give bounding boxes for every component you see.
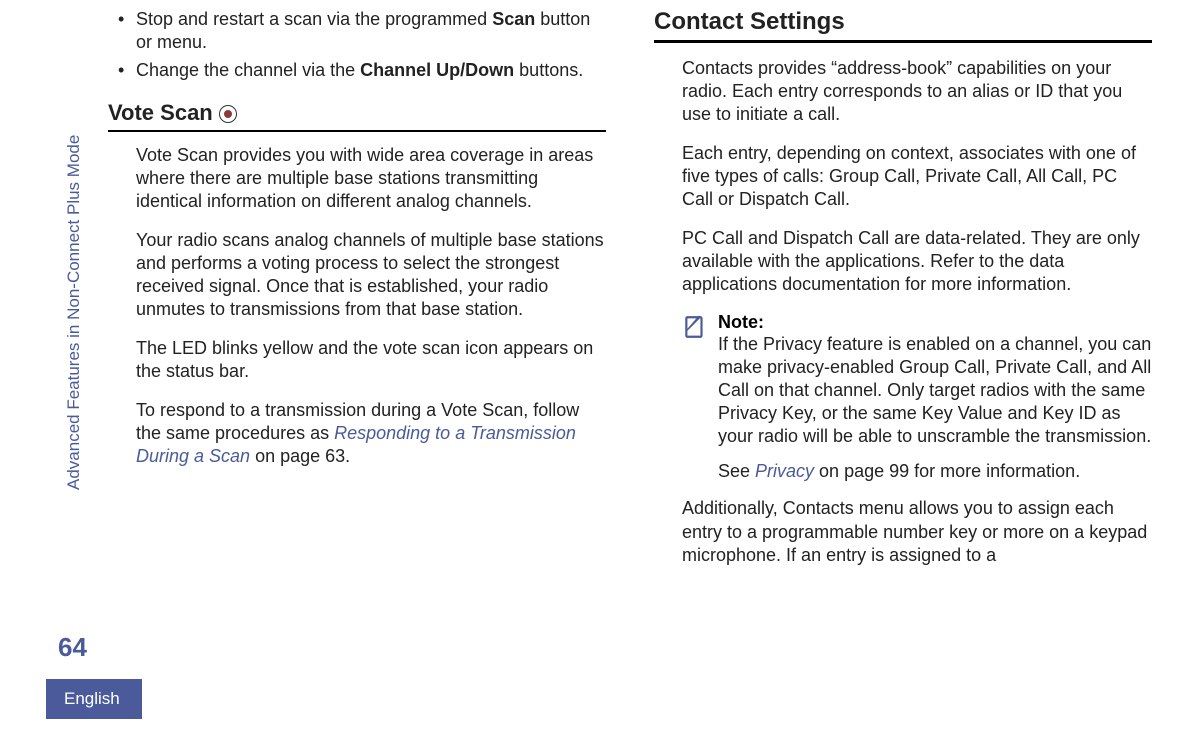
note-text-span: on page 99 for more information. — [814, 461, 1080, 481]
section-heading-text: Vote Scan — [108, 100, 213, 126]
paragraph: The LED blinks yellow and the vote scan … — [136, 337, 606, 383]
vote-scan-icon — [219, 105, 237, 123]
note-text: If the Privacy feature is enabled on a c… — [718, 333, 1152, 448]
paragraph: Your radio scans analog channels of mult… — [136, 229, 606, 321]
section-heading-vote-scan: Vote Scan — [108, 100, 606, 132]
list-item: Stop and restart a scan via the programm… — [136, 8, 606, 53]
note-block: Note: If the Privacy feature is enabled … — [682, 312, 1152, 483]
page-number: 64 — [58, 632, 87, 663]
list-item-text: buttons. — [514, 60, 583, 80]
bullet-list: Stop and restart a scan via the programm… — [136, 8, 606, 82]
list-item: Change the channel via the Channel Up/Do… — [136, 59, 606, 82]
paragraph: Contacts provides “address-book” capabil… — [682, 57, 1152, 126]
list-item-text: Change the channel via the — [136, 60, 360, 80]
note-label: Note: — [718, 312, 1152, 333]
chapter-title-vertical: Advanced Features in Non-Connect Plus Mo… — [64, 135, 84, 490]
paragraph: Each entry, depending on context, associ… — [682, 142, 1152, 211]
left-column: Stop and restart a scan via the programm… — [100, 8, 614, 583]
list-item-bold: Channel Up/Down — [360, 60, 514, 80]
note-body: Note: If the Privacy feature is enabled … — [718, 312, 1152, 483]
note-text: See Privacy on page 99 for more informat… — [718, 460, 1152, 483]
language-tab: English — [46, 679, 142, 719]
paragraph: PC Call and Dispatch Call are data-relat… — [682, 227, 1152, 296]
note-text-span: See — [718, 461, 755, 481]
right-column: Contact Settings Contacts provides “addr… — [646, 8, 1160, 583]
paragraph: To respond to a transmission during a Vo… — [136, 399, 606, 468]
section-heading-contact-settings: Contact Settings — [654, 8, 1152, 43]
paragraph: Additionally, Contacts menu allows you t… — [682, 497, 1152, 566]
cross-reference-link[interactable]: Privacy — [755, 461, 814, 481]
paragraph: Vote Scan provides you with wide area co… — [136, 144, 606, 213]
list-item-bold: Scan — [492, 9, 535, 29]
note-icon — [682, 314, 708, 340]
page-content: Stop and restart a scan via the programm… — [100, 8, 1160, 583]
paragraph-text: on page 63. — [250, 446, 350, 466]
list-item-text: Stop and restart a scan via the programm… — [136, 9, 492, 29]
